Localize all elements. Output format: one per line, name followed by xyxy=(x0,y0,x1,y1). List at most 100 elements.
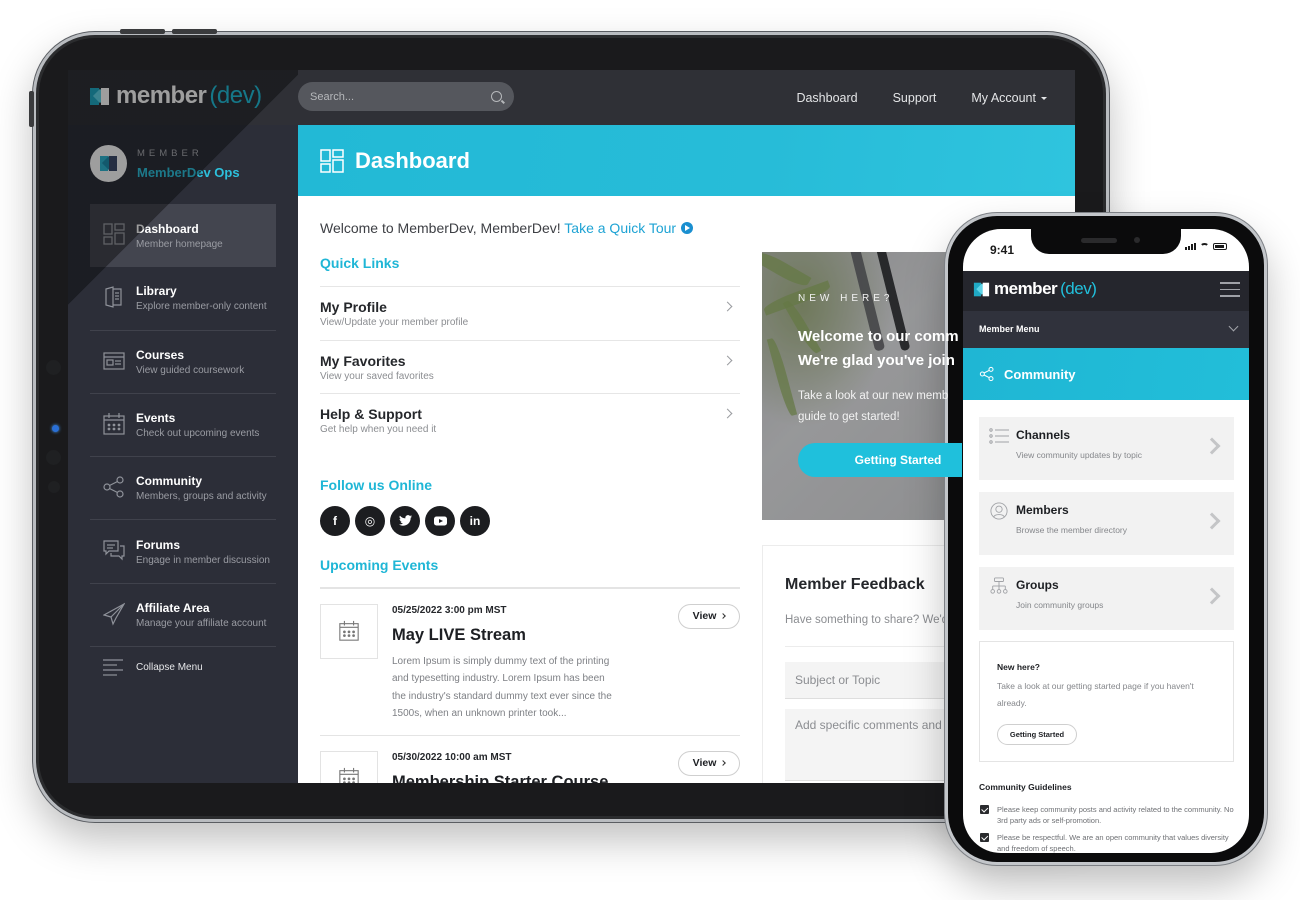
hierarchy-icon xyxy=(990,577,1008,594)
promo-kicker: NEW HERE? xyxy=(798,293,894,304)
quick-link-help-support[interactable]: Help & Support Get help when you need it xyxy=(320,393,740,447)
collapse-menu-button[interactable]: Collapse Menu xyxy=(90,647,276,687)
quick-link-subtitle: View your saved favorites xyxy=(320,370,434,382)
feedback-heading: Member Feedback xyxy=(785,576,925,593)
sidebar-item-title: Community xyxy=(136,474,202,489)
sidebar-item-dashboard[interactable]: Dashboard Member homepage xyxy=(90,204,276,268)
community-card-channels[interactable]: Channels View community updates by topic xyxy=(979,417,1234,480)
tablet-sensor xyxy=(48,481,60,493)
top-navigation-bar: member(dev) Dashboard Support My Account xyxy=(68,70,1075,125)
battery-icon xyxy=(1213,243,1227,250)
search-icon[interactable] xyxy=(491,91,502,102)
sidebar-item-events[interactable]: Events Check out upcoming events xyxy=(90,394,276,458)
sidebar-item-title: Dashboard xyxy=(136,221,199,236)
tablet-sensor xyxy=(46,360,61,375)
sidebar-item-subtitle: Explore member-only content xyxy=(136,301,267,313)
community-card-groups[interactable]: Groups Join community groups xyxy=(979,567,1234,630)
facebook-icon[interactable]: f xyxy=(320,505,350,536)
phone-screen: 9:41 member(dev) Member Menu Community xyxy=(963,229,1249,853)
tablet-top-button xyxy=(172,29,217,34)
sidebar-item-library[interactable]: Library Explore member-only content xyxy=(90,267,276,331)
sidebar-item-forums[interactable]: Forums Engage in member discussion xyxy=(90,520,276,584)
nav-link-support[interactable]: Support xyxy=(893,91,937,105)
quick-link-subtitle: Get help when you need it xyxy=(320,424,437,435)
guideline-item: Please be respectful. We are an open com… xyxy=(980,832,1240,853)
member-name: MemberDev Ops xyxy=(137,164,240,180)
welcome-text: Welcome to MemberDev, MemberDev! xyxy=(320,220,565,236)
guideline-item: Please keep community posts and activity… xyxy=(980,804,1240,826)
youtube-icon[interactable] xyxy=(425,505,455,536)
community-card-members[interactable]: Members Browse the member directory xyxy=(979,492,1234,555)
quick-tour-link[interactable]: Take a Quick Tour xyxy=(564,220,676,236)
caret-down-icon xyxy=(1041,96,1047,100)
getting-started-button[interactable]: Getting Started xyxy=(997,724,1077,745)
promo-body-line: guide to get started! xyxy=(798,411,900,423)
tablet-sensor xyxy=(46,450,61,465)
getting-started-button[interactable]: Getting Started xyxy=(798,443,962,477)
quick-link-subtitle: View/Update your member profile xyxy=(320,317,469,328)
view-event-button[interactable]: View xyxy=(678,750,740,776)
event-thumbnail xyxy=(320,603,378,659)
share-nodes-icon xyxy=(103,476,124,498)
calendar-icon xyxy=(339,620,359,641)
follow-us-heading: Follow us Online xyxy=(320,476,432,493)
event-date: 05/25/2022 3:00 pm MST xyxy=(392,604,507,616)
view-event-button[interactable]: View xyxy=(678,603,740,629)
promo-body-line: Take a look at our new memb xyxy=(798,390,949,402)
quick-link-my-profile[interactable]: My Profile View/Update your member profi… xyxy=(320,286,740,340)
new-here-heading: New here? xyxy=(997,662,1040,672)
sidebar-item-subtitle: Manage your affiliate account xyxy=(136,617,267,629)
sidebar-item-subtitle: Member homepage xyxy=(136,238,223,250)
sidebar-item-courses[interactable]: Courses View guided coursework xyxy=(90,331,276,394)
tablet-screen: member(dev) Dashboard Support My Account… xyxy=(68,70,1075,783)
logo[interactable]: member (dev) xyxy=(90,82,262,110)
chevron-right-icon xyxy=(1203,587,1221,605)
instagram-icon[interactable]: ◎ xyxy=(355,505,385,536)
collapse-menu-label: Collapse Menu xyxy=(136,661,203,673)
member-profile-block[interactable]: MEMBER MemberDev Ops xyxy=(90,145,240,182)
quick-link-title: My Favorites xyxy=(320,352,406,369)
event-title[interactable]: Membership Starter Course xyxy=(392,773,608,784)
new-here-promo-card: NEW HERE? Welcome to our comm We're glad … xyxy=(762,252,962,520)
event-date: 05/30/2022 10:00 am MST xyxy=(392,751,512,763)
sidebar-item-title: Forums xyxy=(136,537,181,552)
nav-link-my-account[interactable]: My Account xyxy=(971,91,1047,105)
list-icon xyxy=(989,428,1009,444)
sidebar-item-title: Affiliate Area xyxy=(136,600,210,615)
sidebar-item-subtitle: Members, groups and activity xyxy=(136,491,267,503)
search-box xyxy=(298,82,514,111)
twitter-icon[interactable] xyxy=(390,505,420,536)
checkbox-checked[interactable] xyxy=(980,805,989,814)
event-description: Lorem Ipsum is simply dummy text of the … xyxy=(392,655,612,720)
chevron-right-icon xyxy=(720,613,727,619)
event-title[interactable]: May LIVE Stream xyxy=(392,626,526,645)
hamburger-menu-icon[interactable] xyxy=(1220,282,1240,302)
checkbox-checked[interactable] xyxy=(980,833,989,842)
linkedin-icon[interactable]: in xyxy=(460,505,490,536)
logo-text-accent: (dev) xyxy=(209,82,262,109)
search-input[interactable] xyxy=(310,90,491,103)
logo-mark-icon xyxy=(973,282,990,296)
play-icon[interactable] xyxy=(681,222,694,234)
nav-link-dashboard[interactable]: Dashboard xyxy=(796,91,857,105)
view-button-label: View xyxy=(692,610,717,622)
chevron-down-icon xyxy=(1228,321,1239,332)
promo-heading-line: We're glad you've join xyxy=(798,352,955,369)
card-subtitle: Join community groups xyxy=(1016,600,1104,610)
member-menu-dropdown[interactable]: Member Menu xyxy=(963,311,1249,348)
promo-heading-line: Welcome to our comm xyxy=(798,328,959,345)
courses-icon xyxy=(103,351,125,370)
page-title: Dashboard xyxy=(355,147,470,173)
event-item: 05/25/2022 3:00 pm MST May LIVE Stream L… xyxy=(320,589,740,736)
card-title: Groups xyxy=(1016,578,1059,592)
calendar-icon xyxy=(103,412,125,435)
phone-logo[interactable]: member (dev) xyxy=(972,279,1097,299)
sidebar-item-community[interactable]: Community Members, groups and activity xyxy=(90,457,276,521)
tablet-camera-icon xyxy=(52,425,59,432)
quick-link-my-favorites[interactable]: My Favorites View your saved favorites xyxy=(320,339,740,394)
sidebar-item-affiliate-area[interactable]: Affiliate Area Manage your affiliate acco… xyxy=(90,584,276,648)
phone-device-frame: 9:41 member(dev) Member Menu Community xyxy=(945,213,1267,865)
dashboard-icon xyxy=(320,148,344,173)
sidebar-item-title: Library xyxy=(136,284,177,299)
card-subtitle: Browse the member directory xyxy=(1016,525,1128,535)
